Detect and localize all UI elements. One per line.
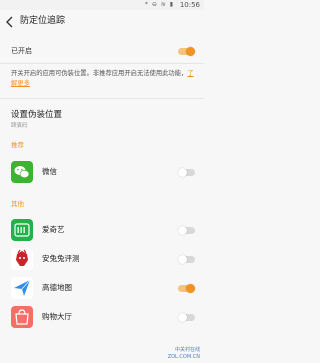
app-name: 微信 bbox=[42, 167, 57, 176]
app-toggle[interactable] bbox=[178, 284, 195, 293]
app-name: 购物大厅 bbox=[42, 312, 72, 321]
master-toggle[interactable] bbox=[178, 47, 195, 56]
feature-description: 开关开启的应用可伪装位置。非推荐应用开启无法使用此功能，了解更多 bbox=[11, 69, 195, 89]
fake-location-title: 设置伪装位置 bbox=[11, 110, 63, 120]
app-row-antutu[interactable]: 安兔兔评测 bbox=[0, 245, 204, 273]
status-indicators: * ⊖ ≋ ▮ bbox=[144, 1, 174, 8]
description-text: 开关开启的应用可伪装位置。非推荐应用开启无法使用此功能， bbox=[11, 70, 188, 77]
toggle-knob bbox=[178, 168, 187, 177]
toggle-knob bbox=[186, 284, 195, 293]
page-title: 防定位追踪 bbox=[20, 16, 66, 26]
toggle-knob bbox=[178, 313, 187, 322]
wechat-icon bbox=[11, 161, 33, 183]
section-header-recommended: 推荐 bbox=[11, 141, 24, 149]
toggle-knob bbox=[178, 255, 187, 264]
fake-location-subtitle: 颐袁码 bbox=[11, 123, 28, 129]
master-switch-label: 已开启 bbox=[11, 47, 32, 55]
app-toggle[interactable] bbox=[178, 313, 195, 322]
app-toggle[interactable] bbox=[178, 255, 195, 264]
app-toggle[interactable] bbox=[178, 226, 195, 235]
watermark: 中关村在线 ZOL.COM.CN bbox=[168, 347, 200, 361]
app-name: 爱奇艺 bbox=[42, 225, 65, 234]
divider bbox=[0, 98, 204, 99]
app-row-wechat[interactable]: 微信 bbox=[0, 158, 204, 186]
app-row-amap[interactable]: 高德地图 bbox=[0, 274, 204, 302]
back-arrow-icon[interactable] bbox=[4, 14, 16, 28]
app-row-iqiyi[interactable]: 爱奇艺 bbox=[0, 216, 204, 244]
iqiyi-icon bbox=[11, 219, 33, 241]
app-toggle[interactable] bbox=[178, 168, 195, 177]
watermark-line-2: ZOL.COM.CN bbox=[167, 354, 200, 360]
toggle-knob bbox=[178, 226, 187, 235]
toggle-knob bbox=[186, 47, 195, 56]
watermark-line-1: 中关村在线 bbox=[174, 347, 200, 353]
shopping-hall-icon bbox=[11, 306, 33, 328]
status-bar: * ⊖ ≋ ▮ 10:56 bbox=[0, 0, 204, 10]
app-name: 高德地图 bbox=[42, 283, 72, 292]
status-time: 10:56 bbox=[179, 1, 200, 9]
section-header-others: 其他 bbox=[11, 200, 24, 208]
app-name: 安兔兔评测 bbox=[42, 254, 80, 263]
app-bar: 防定位追踪 bbox=[0, 10, 204, 32]
app-row-shopping-hall[interactable]: 购物大厅 bbox=[0, 303, 204, 331]
amap-icon bbox=[11, 277, 33, 299]
divider bbox=[0, 63, 204, 64]
antutu-icon bbox=[11, 248, 33, 270]
